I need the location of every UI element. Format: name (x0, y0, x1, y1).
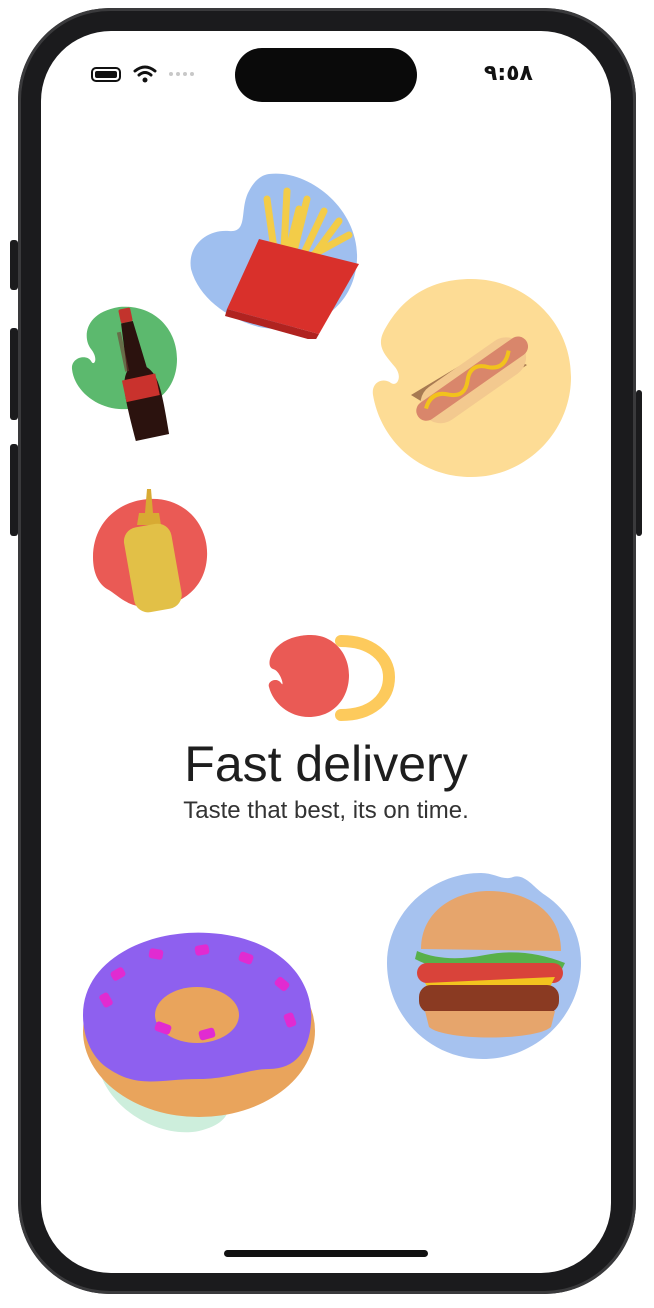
hotdog-illustration (372, 279, 571, 477)
burger-illustration (387, 873, 581, 1059)
donut-illustration (83, 932, 315, 1133)
home-indicator[interactable] (224, 1250, 428, 1257)
onboarding-title: Fast delivery (184, 736, 468, 792)
mustard-bottle-illustration (93, 489, 208, 613)
brand-logo (268, 635, 396, 721)
volume-down-button (10, 444, 18, 536)
volume-up-button (10, 328, 18, 420)
status-time: ٩:٥٨ (483, 61, 533, 86)
screen: ٩:٥٨ Fast delivery Taste that best, its … (41, 31, 611, 1273)
fries-illustration (190, 173, 359, 339)
cola-bottle-illustration (71, 306, 177, 442)
dynamic-island (235, 48, 417, 102)
signal-dots-icon (169, 72, 194, 76)
action-button (10, 240, 18, 290)
battery-icon (91, 66, 121, 82)
status-icons (91, 65, 194, 83)
onboarding-subtitle: Taste that best, its on time. (183, 797, 469, 824)
wifi-icon (133, 65, 157, 83)
power-button (636, 390, 642, 536)
